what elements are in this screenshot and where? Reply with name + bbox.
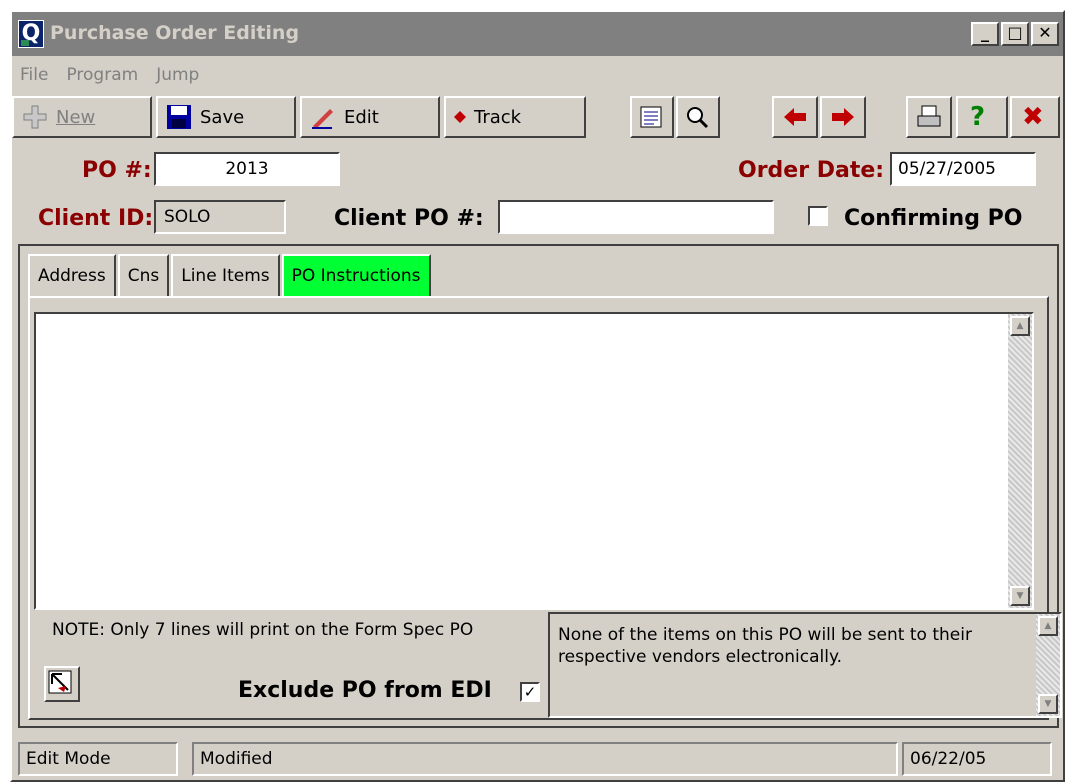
exit-button[interactable]: ✖ [1010,96,1060,138]
app-logo-icon: Q [18,20,44,48]
confirming-po-label: Confirming PO [844,206,1023,231]
help-icon: ? [970,102,986,132]
next-record-button[interactable] [820,96,866,138]
track-button[interactable]: Track [444,96,586,138]
track-diamond-icon [454,111,466,123]
confirming-po-checkbox[interactable] [808,206,828,226]
print-icon [917,105,941,127]
track-label: Track [474,106,522,128]
save-icon [167,105,191,129]
purchase-order-window: Q Purchase Order Editing _ □ ✕ File Prog… [10,10,1065,782]
edit-label: Edit [344,106,379,128]
search-button[interactable] [676,96,720,138]
search-magnifier-icon [687,107,709,129]
order-date-field[interactable]: 05/27/2005 [890,152,1036,186]
tab-line-items[interactable]: Line Items [171,254,280,296]
help-button[interactable]: ? [956,96,1008,138]
info-scrollbar[interactable]: ▲ ▼ [1036,614,1060,716]
window-title: Purchase Order Editing [50,22,300,44]
next-arrow-icon [832,108,854,126]
toolbar: New Save Edit Track ? ✖ [12,96,1063,140]
notes-icon [640,106,662,128]
client-id-label: Client ID: [38,206,154,231]
edi-info-box: None of the items on this PO will be sen… [548,612,1062,718]
return-button[interactable] [44,666,80,702]
client-id-field: SOLO [154,200,286,234]
edit-pencil-icon [312,109,333,129]
tab-strip: Address Cns Line Items PO Instructions [28,254,433,296]
edi-info-text: None of the items on this PO will be sen… [558,625,972,667]
close-x-icon: ✖ [1022,102,1044,132]
save-button[interactable]: Save [156,96,296,138]
status-state: Modified [192,742,898,776]
new-button[interactable]: New [12,96,152,138]
return-arrow-icon [48,670,72,694]
notes-button[interactable] [630,96,674,138]
info-scroll-down-button[interactable]: ▼ [1038,694,1058,714]
new-icon [23,105,47,129]
menu-bar: File Program Jump [12,60,199,90]
client-po-field[interactable] [498,200,774,234]
title-bar[interactable]: Q Purchase Order Editing _ □ ✕ [12,12,1063,56]
new-label: New [56,106,96,128]
instructions-scrollbar[interactable]: ▲ ▼ [1008,314,1032,608]
po-instructions-textarea[interactable]: ▲ ▼ [34,312,1034,610]
po-number-label: PO #: [82,158,152,183]
menu-file[interactable]: File [20,60,48,90]
tab-po-instructions[interactable]: PO Instructions [281,254,431,296]
save-label: Save [200,106,245,128]
maximize-button[interactable]: □ [1001,22,1029,46]
menu-jump[interactable]: Jump [156,60,199,90]
edit-button[interactable]: Edit [300,96,440,138]
status-date: 06/22/05 [902,742,1052,776]
exclude-edi-checkbox[interactable]: ✓ [520,682,540,702]
menu-program[interactable]: Program [66,60,138,90]
previous-arrow-icon [784,108,806,126]
client-po-label: Client PO #: [334,206,484,231]
print-button[interactable] [906,96,952,138]
status-mode: Edit Mode [18,742,178,776]
scroll-down-button[interactable]: ▼ [1010,586,1030,606]
minimize-button[interactable]: _ [971,22,999,46]
tab-cns[interactable]: Cns [117,254,170,296]
close-window-button[interactable]: ✕ [1031,22,1059,46]
order-date-label: Order Date: [738,158,885,183]
print-lines-note: NOTE: Only 7 lines will print on the For… [52,620,474,640]
scroll-up-button[interactable]: ▲ [1010,316,1030,336]
info-scroll-up-button[interactable]: ▲ [1038,616,1058,636]
tab-address[interactable]: Address [28,254,116,296]
exclude-edi-label: Exclude PO from EDI [238,678,492,703]
previous-record-button[interactable] [772,96,818,138]
tab-panel: Address Cns Line Items PO Instructions ▲… [18,244,1062,728]
po-number-field[interactable]: 2013 [154,152,340,186]
